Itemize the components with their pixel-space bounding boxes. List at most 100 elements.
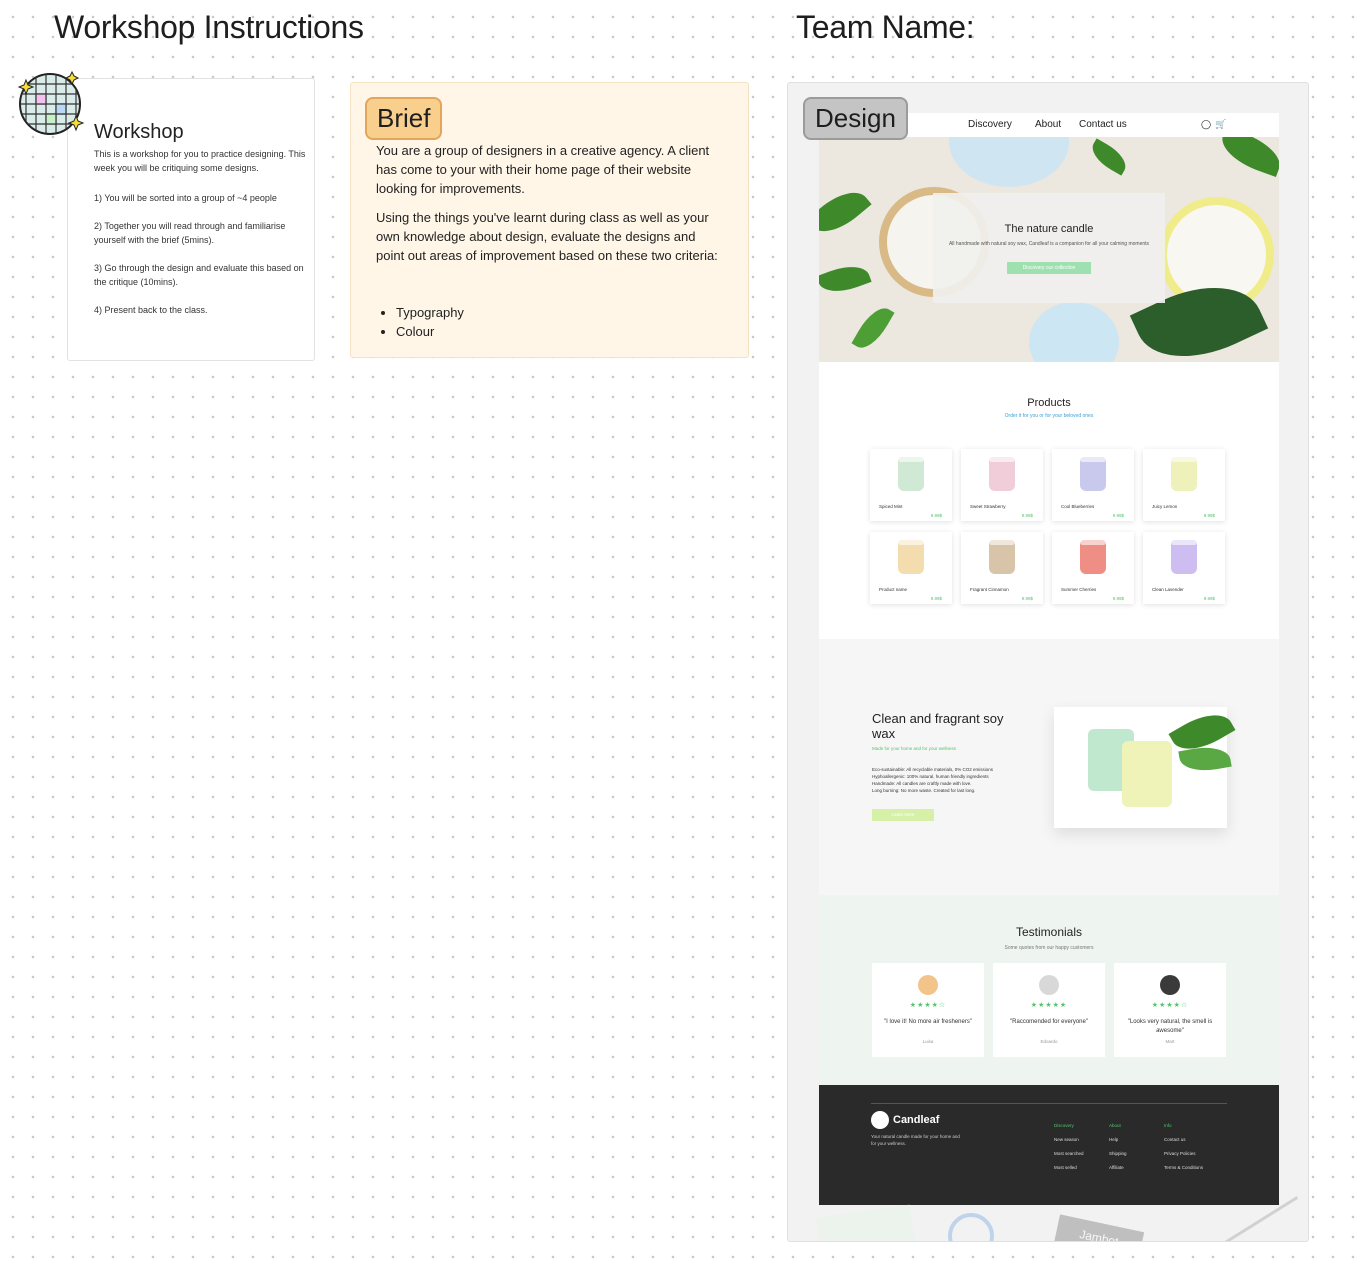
footer-column-heading[interactable]: Info [1164, 1119, 1203, 1133]
candle-jar-yellow [1122, 741, 1172, 807]
testimonials-subtitle: Some quotes from our happy customers [1004, 945, 1094, 951]
rating-stars: ★★★★☆ [909, 1002, 947, 1009]
footer-column-heading[interactable]: Discovery [1054, 1119, 1084, 1133]
clean-subtitle: Made for your home and for your wellness [872, 746, 957, 751]
footer-link[interactable]: New season [1054, 1133, 1084, 1147]
testimonial-author: Edoardo [1040, 1039, 1058, 1044]
testimonials-title: Testimonials [1015, 925, 1083, 939]
rating-stars: ★★★★☆ [1151, 1002, 1189, 1009]
footer-link[interactable]: Most searched [1054, 1147, 1084, 1161]
testimonial-quote: "Raccomended for everyone" [1010, 1019, 1088, 1025]
leaf-image [1215, 137, 1279, 178]
candles-product-image [1054, 704, 1236, 828]
discover-collection-button[interactable]: Discovery our collection [1006, 262, 1092, 274]
footer-link[interactable]: Most selled [1054, 1161, 1084, 1175]
candle-image [949, 137, 1069, 187]
product-price: 9.99$ [1203, 596, 1215, 601]
leaf-image [1086, 138, 1132, 176]
product-image [1080, 457, 1106, 491]
design-board[interactable]: Design Discovery About Contact us ◯ 🛒 Th… [787, 82, 1309, 1242]
product-image [1171, 540, 1197, 574]
product-card[interactable]: Summer Cherries 9.99$ [1052, 532, 1134, 604]
workshop-title: Workshop [94, 121, 184, 143]
footer-brand: Candleaf [893, 1114, 940, 1126]
product-card[interactable]: Sweet Strawberry 9.99$ [961, 449, 1043, 521]
team-name-heading[interactable]: Team Name: [796, 9, 975, 46]
footer-divider [871, 1103, 1227, 1104]
footer-logo[interactable]: Candleaf [871, 1111, 939, 1129]
product-card[interactable]: Cool Blueberries 9.99$ [1052, 449, 1134, 521]
product-name: Summer Cherries [1061, 587, 1097, 592]
criteria-list: Typography Colour [396, 303, 464, 341]
feature-item: Long burning: No more waste. Created for… [872, 788, 976, 793]
disco-ball-icon[interactable] [14, 66, 86, 138]
footer-column: About Help Shipping Affiliate [1109, 1119, 1127, 1175]
footer-column: Discovery New season Most searched Most sel… [1054, 1119, 1084, 1175]
footer-link[interactable]: Affiliate [1109, 1161, 1127, 1175]
site-footer: Candleaf Your natural candle made for yo… [819, 1085, 1279, 1205]
hero-overlay-box: The nature candle All handmade with natu… [933, 193, 1165, 303]
product-price: 9.99$ [1112, 596, 1124, 601]
product-card[interactable]: Fragrant Cinnamon 9.99$ [961, 532, 1043, 604]
nav-about[interactable]: About [1035, 119, 1061, 130]
workshop-step-3: 3) Go through the design and evaluate th… [94, 263, 304, 287]
avatar [1039, 975, 1059, 995]
person-sticker-icon[interactable] [948, 1213, 994, 1241]
brief-paragraph-2: Using the things you've learnt during cl… [376, 210, 718, 263]
product-image [989, 457, 1015, 491]
product-price: 9.99$ [1112, 513, 1124, 518]
footer-link[interactable]: Terms & Conditions [1164, 1161, 1203, 1175]
workshop-instructions-heading: Workshop Instructions [54, 9, 364, 45]
brief-tag: Brief [365, 97, 443, 140]
product-image [989, 540, 1015, 574]
nav-discovery[interactable]: Discovery [968, 119, 1012, 130]
product-card[interactable]: Product name 9.99$ [870, 532, 952, 604]
workshop-step-4: 4) Present back to the class. [94, 305, 208, 315]
criteria-item: Colour [396, 322, 464, 341]
sticker-note[interactable] [815, 1204, 916, 1241]
product-card[interactable]: Juicy Lemon 9.99$ [1143, 449, 1225, 521]
feature-item: Hyphoallergenic: 100% natural, human fri… [872, 774, 989, 779]
testimonial-card: ★★★★☆ "Looks very natural, the smell is a… [1114, 963, 1226, 1057]
footer-link[interactable]: Contact us [1164, 1133, 1203, 1147]
footer-column-heading[interactable]: About [1109, 1119, 1127, 1133]
rating-stars: ★★★★★ [1030, 1002, 1068, 1009]
product-price: 9.99$ [930, 596, 942, 601]
product-card[interactable]: Clean Lavender 9.99$ [1143, 532, 1225, 604]
feature-item: Handmade: All candles are craftly made w… [872, 781, 972, 786]
brief-card[interactable]: Brief You are a group of designers in a … [350, 82, 749, 358]
clean-section: Clean and fragrant soy wax Made for your… [819, 639, 1279, 895]
workshop-card[interactable]: Workshop This is a workshop for you to p… [67, 78, 315, 361]
product-name: Spiced Mint [879, 504, 903, 509]
candle-image [1029, 302, 1119, 362]
footer-link[interactable]: Shipping [1109, 1147, 1127, 1161]
product-card[interactable]: Spiced Mint 9.99$ [870, 449, 952, 521]
hero-title: The nature candle [1004, 223, 1094, 235]
hero-section: The nature candle All handmade with natu… [819, 137, 1279, 362]
workshop-intro: This is a workshop for you to practice d… [94, 149, 306, 173]
footer-link[interactable]: Privacy Policies [1164, 1147, 1203, 1161]
product-image [898, 540, 924, 574]
product-image [1171, 457, 1197, 491]
product-image [1080, 540, 1106, 574]
product-name: Juicy Lemon [1152, 504, 1178, 509]
product-name: Sweet Strawberry [970, 504, 1006, 509]
testimonial-card: ★★★★☆ "I love it! No more air fresheners"… [872, 963, 984, 1057]
cart-icon[interactable]: 🛒 [1215, 119, 1226, 130]
workshop-step-2: 2) Together you will read through and fa… [94, 221, 286, 245]
design-tag: Design [803, 97, 908, 140]
criteria-item: Typography [396, 303, 464, 322]
products-section: Products Order it for you or for your be… [819, 362, 1279, 639]
feature-item: Eco-sustainable: All recyclable material… [872, 767, 994, 772]
jambot-sticker[interactable]: Jambot [1053, 1214, 1145, 1241]
leaf-image [819, 181, 872, 243]
hero-subtitle: All handmade with natural soy wax, Candl… [948, 241, 1150, 247]
footer-link[interactable]: Help [1109, 1133, 1127, 1147]
website-mockup[interactable]: Discovery About Contact us ◯ 🛒 The natur… [819, 113, 1279, 1205]
nav-contact[interactable]: Contact us [1079, 119, 1127, 130]
clean-title: Clean and fragrant soy wax [872, 711, 1004, 741]
testimonial-author: Mart [1165, 1039, 1175, 1044]
testimonial-quote: "Looks very natural, the smell is awesom… [1127, 1019, 1213, 1034]
learn-more-button[interactable]: Learn more [872, 809, 934, 821]
user-icon[interactable]: ◯ [1201, 119, 1211, 130]
